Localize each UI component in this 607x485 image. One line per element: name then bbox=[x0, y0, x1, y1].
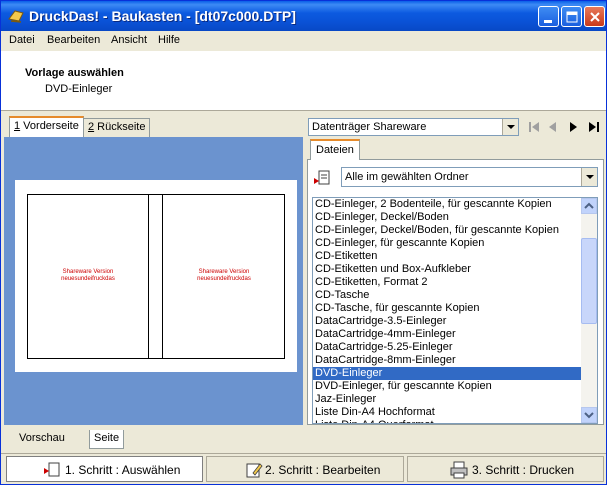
tab-rueckseite[interactable]: 2 Rückseite bbox=[83, 118, 151, 137]
list-item[interactable]: DVD-Einleger bbox=[313, 367, 582, 380]
datasource-select[interactable]: Datenträger Shareware bbox=[308, 118, 519, 136]
preview-paper: Shareware Version neuesundeifruckdas Sha… bbox=[15, 180, 297, 372]
watermark-right: Shareware Version neuesundeifruckdas bbox=[197, 269, 251, 282]
folder-filter-value: Alle im gewählten Ordner bbox=[345, 171, 469, 183]
chevron-up-icon bbox=[584, 202, 594, 209]
fold-line-right bbox=[162, 195, 163, 358]
first-record-icon[interactable] bbox=[525, 118, 543, 136]
close-button[interactable] bbox=[584, 6, 605, 27]
list-item[interactable]: CD-Etiketten, Format 2 bbox=[313, 276, 582, 289]
step-auswaehlen-label: 1. Schritt : Auswählen bbox=[65, 463, 181, 477]
select-step-icon bbox=[44, 462, 60, 477]
list-item[interactable]: DataCartridge-4mm-Einleger bbox=[313, 328, 582, 341]
step-auswaehlen-button[interactable]: 1. Schritt : Auswählen bbox=[6, 456, 203, 482]
scroll-up-button[interactable] bbox=[581, 198, 597, 214]
close-icon bbox=[590, 12, 600, 22]
tab-vorderseite[interactable]: 1 Vorderseite bbox=[9, 116, 84, 138]
fold-line-left bbox=[148, 195, 149, 358]
datasource-value: Datenträger Shareware bbox=[312, 121, 427, 133]
last-record-icon[interactable] bbox=[585, 118, 603, 136]
folder-filter-select[interactable]: Alle im gewählten Ordner bbox=[341, 167, 598, 187]
folder-select-icon[interactable] bbox=[313, 168, 333, 188]
list-item[interactable]: CD-Tasche bbox=[313, 289, 582, 302]
chevron-down-icon bbox=[507, 125, 515, 129]
list-item[interactable]: CD-Einleger, Deckel/Boden, für gescannte… bbox=[313, 224, 582, 237]
list-item[interactable]: Jaz-Einleger bbox=[313, 393, 582, 406]
app-logo-icon bbox=[8, 10, 24, 23]
step-drucken-button[interactable]: 3. Schritt : Drucken bbox=[407, 456, 604, 482]
scroll-down-button[interactable] bbox=[581, 407, 597, 423]
chevron-down-icon bbox=[586, 175, 594, 179]
tab-vorderseite-label: Vorderseite bbox=[20, 120, 79, 132]
menu-bearbeiten[interactable]: Bearbeiten bbox=[47, 34, 100, 46]
list-item[interactable]: DVD-Einleger, für gescannte Kopien bbox=[313, 380, 582, 393]
template-list[interactable]: CD-Einleger, 2 Bodenteile, für gescannte… bbox=[312, 197, 598, 424]
step-bearbeiten-label: 2. Schritt : Bearbeiten bbox=[265, 463, 381, 477]
edit-step-icon bbox=[246, 463, 263, 478]
list-item[interactable]: DataCartridge-8mm-Einleger bbox=[313, 354, 582, 367]
header-panel: Vorlage auswählen DVD-Einleger bbox=[1, 51, 606, 111]
list-item[interactable]: CD-Etiketten bbox=[313, 250, 582, 263]
insert-layout-frame: Shareware Version neuesundeifruckdas Sha… bbox=[27, 194, 285, 359]
list-item[interactable]: CD-Einleger, Deckel/Boden bbox=[313, 211, 582, 224]
datasource-dropdown-button[interactable] bbox=[502, 119, 518, 135]
app-window: DruckDas! - Baukasten - [dt07c000.DTP] D… bbox=[0, 0, 607, 485]
template-list-items: CD-Einleger, 2 Bodenteile, für gescannte… bbox=[313, 198, 582, 423]
menu-datei[interactable]: Datei bbox=[9, 34, 35, 46]
window-title: DruckDas! - Baukasten - [dt07c000.DTP] bbox=[29, 8, 296, 24]
list-item[interactable]: Liste Din-A4 Querformat bbox=[313, 419, 582, 423]
folder-filter-dropdown-button[interactable] bbox=[581, 168, 597, 186]
next-record-icon[interactable] bbox=[564, 118, 582, 136]
list-item[interactable]: CD-Tasche, für gescannte Kopien bbox=[313, 302, 582, 315]
preview-area[interactable]: Shareware Version neuesundeifruckdas Sha… bbox=[4, 137, 303, 425]
scroll-thumb[interactable] bbox=[581, 238, 597, 324]
list-item[interactable]: DataCartridge-3.5-Einleger bbox=[313, 315, 582, 328]
template-list-scrollbar[interactable] bbox=[581, 198, 597, 423]
step-bearbeiten-button[interactable]: 2. Schritt : Bearbeiten bbox=[206, 456, 404, 482]
title-bar[interactable]: DruckDas! - Baukasten - [dt07c000.DTP] bbox=[1, 1, 606, 31]
maximize-icon bbox=[566, 11, 578, 23]
minimize-button[interactable] bbox=[538, 6, 559, 27]
list-item[interactable]: CD-Einleger, 2 Bodenteile, für gescannte… bbox=[313, 198, 582, 211]
tab-seite[interactable]: Seite bbox=[89, 430, 125, 449]
printer-icon bbox=[450, 461, 468, 479]
tab-dateien[interactable]: Dateien bbox=[310, 139, 360, 160]
tab-vorschau[interactable]: Vorschau bbox=[15, 430, 69, 449]
menu-hilfe[interactable]: Hilfe bbox=[158, 34, 180, 46]
list-item[interactable]: CD-Einleger, für gescannte Kopien bbox=[313, 237, 582, 250]
menu-ansicht[interactable]: Ansicht bbox=[111, 34, 147, 46]
watermark-left: Shareware Version neuesundeifruckdas bbox=[61, 269, 115, 282]
chevron-down-icon bbox=[584, 412, 594, 419]
page-title: Vorlage auswählen bbox=[25, 67, 124, 79]
menu-bar: Datei Bearbeiten Ansicht Hilfe bbox=[1, 31, 606, 50]
page-subtitle: DVD-Einleger bbox=[45, 83, 113, 95]
previous-record-icon[interactable] bbox=[544, 118, 562, 136]
list-item[interactable]: CD-Etiketten und Box-Aufkleber bbox=[313, 263, 582, 276]
tab-rueckseite-label: Rückseite bbox=[94, 121, 146, 133]
list-item[interactable]: Liste Din-A4 Hochformat bbox=[313, 406, 582, 419]
list-item[interactable]: DataCartridge-5.25-Einleger bbox=[313, 341, 582, 354]
minimize-icon bbox=[544, 20, 552, 23]
maximize-button[interactable] bbox=[561, 6, 582, 27]
step-drucken-label: 3. Schritt : Drucken bbox=[472, 463, 575, 477]
